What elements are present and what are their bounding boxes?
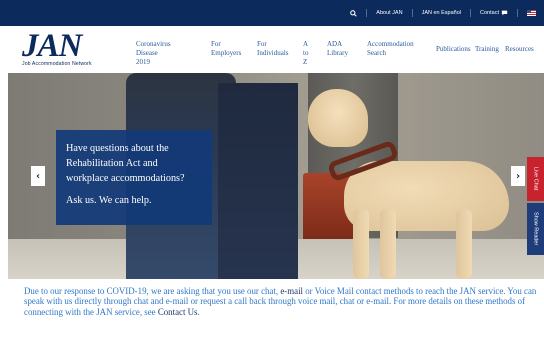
hero-photo-dog-head: [308, 89, 368, 147]
hero-callout[interactable]: Have questions about the Rehabilitation …: [56, 130, 212, 225]
hero-photo-dog-leg: [380, 209, 396, 279]
chat-icon: [501, 10, 508, 16]
hero-photo-dog-leg: [456, 209, 472, 279]
nav-label: Publications: [436, 45, 471, 53]
live-chat-tab[interactable]: Live Chat: [527, 157, 544, 201]
nav-label: A to: [303, 40, 309, 57]
nav-coronavirus[interactable]: Coronavirus Disease 2019: [136, 40, 171, 67]
show-reader-label: Show Reader: [532, 212, 539, 246]
callout-answer: Ask us. We can help.: [66, 195, 152, 206]
contact-us-link[interactable]: Contact Us: [158, 307, 198, 317]
nav-training[interactable]: Training: [475, 45, 499, 54]
nav-label: Individuals: [257, 49, 289, 57]
nav-for-individuals[interactable]: For Individuals: [257, 40, 289, 58]
carousel-next-button[interactable]: ›: [511, 166, 525, 186]
nav-label: Training: [475, 45, 499, 53]
email-link[interactable]: e-mail: [280, 286, 303, 296]
chevron-left-icon: ‹: [35, 170, 41, 182]
hero-photo-person-legs: [218, 83, 298, 279]
divider: [470, 9, 472, 17]
nav-label: Employers: [211, 49, 242, 57]
hero-carousel: Have questions about the Rehabilitation …: [8, 73, 544, 279]
carousel-prev-button[interactable]: ‹: [31, 166, 45, 186]
jan-espanol-link[interactable]: JAN en Español: [422, 10, 461, 16]
nav-accommodation-search[interactable]: Accommodation Search: [367, 40, 414, 58]
chevron-right-icon: ›: [515, 170, 521, 182]
site-header: JAN Job Accommodation Network Coronaviru…: [0, 26, 544, 73]
divider: [517, 9, 518, 17]
contact-link[interactable]: Contact: [480, 10, 508, 16]
about-jan-link[interactable]: About JAN: [376, 10, 402, 16]
utility-links: About JAN JAN en Español Contact: [350, 0, 536, 26]
nav-label: ADA: [327, 40, 343, 48]
nav-ada-library[interactable]: ADA Library: [327, 40, 348, 58]
nav-label: Disease 2019: [136, 49, 158, 66]
callout-question: Have questions about the Rehabilitation …: [66, 143, 185, 184]
nav-publications[interactable]: Publications: [436, 45, 471, 54]
divider: [411, 9, 413, 17]
nav-resources[interactable]: Resources: [505, 45, 534, 54]
nav-label: For: [257, 40, 267, 48]
nav-label: Search: [367, 49, 387, 57]
show-reader-tab[interactable]: Show Reader: [527, 203, 544, 255]
jan-logo[interactable]: JAN Job Accommodation Network: [22, 30, 122, 70]
divider: [366, 9, 368, 17]
search-icon[interactable]: [350, 9, 357, 17]
nav-for-employers[interactable]: For Employers: [211, 40, 241, 58]
contact-label: Contact: [480, 10, 499, 16]
nav-label: Accommodation: [367, 40, 414, 48]
notice-text: Due to our response to COVID-19, we are …: [24, 286, 281, 296]
nav-label: Resources: [505, 45, 534, 53]
hero-photo-dog-leg: [353, 209, 369, 279]
logo-subtitle: Job Accommodation Network: [22, 61, 92, 67]
us-flag-icon[interactable]: [527, 10, 536, 16]
nav-label: Coronavirus: [136, 40, 171, 48]
top-utility-bar: About JAN JAN en Español Contact: [0, 0, 544, 26]
covid-notice: Due to our response to COVID-19, we are …: [24, 286, 542, 317]
live-chat-label: Live Chat: [532, 167, 539, 191]
nav-a-to-z[interactable]: A to Z: [303, 40, 308, 67]
notice-text: .: [197, 306, 200, 317]
nav-label: Z: [303, 58, 308, 66]
nav-label: Library: [327, 49, 348, 57]
nav-label: For: [211, 40, 221, 48]
logo-wordmark: JAN: [22, 28, 82, 64]
